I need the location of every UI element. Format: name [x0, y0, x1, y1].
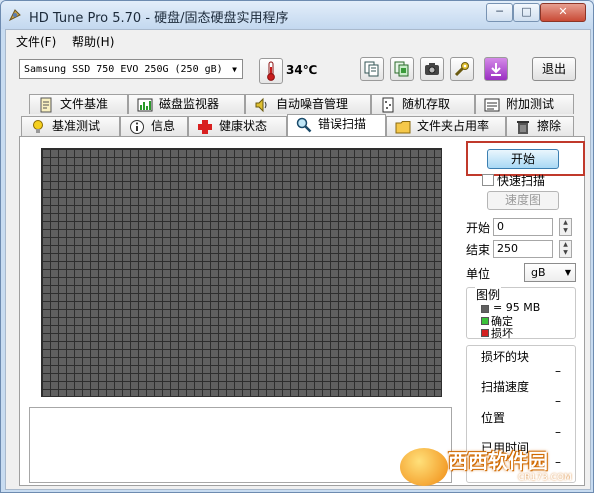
tab-random-access[interactable]: 随机存取	[371, 94, 475, 114]
unit-select[interactable]: gB ▼	[524, 263, 576, 282]
tab-disk-monitor[interactable]: 磁盘监视器	[128, 94, 245, 114]
save-button[interactable]	[484, 57, 508, 81]
chevron-down-icon: ▼	[564, 268, 571, 277]
copy-text-icon	[364, 61, 379, 77]
temperature-value: 34℃	[286, 63, 318, 77]
speed-graph-button[interactable]: 速度图	[487, 191, 559, 210]
end-field-label: 结束	[466, 243, 491, 257]
tab-label: 健康状态	[219, 119, 268, 133]
unit-select-value: gB	[531, 266, 546, 279]
settings-icon	[454, 62, 469, 77]
tab-label: 附加测试	[506, 97, 555, 111]
block-map	[41, 148, 442, 397]
tab-erase[interactable]: 擦除	[506, 116, 574, 136]
unit-label: 单位	[466, 267, 491, 281]
tab-label: 错误扫描	[318, 117, 367, 131]
damaged-blocks-label: 损坏的块	[481, 350, 530, 364]
exit-button[interactable]: 退出	[532, 57, 576, 81]
restore-button[interactable]: □	[513, 3, 540, 22]
menu-help[interactable]: 帮助(H)	[72, 33, 114, 50]
start-field-label: 开始	[466, 221, 491, 235]
legend-bad-label: 损坏	[491, 327, 513, 340]
tab-benchmark[interactable]: 基准测试	[21, 116, 120, 136]
disk-monitor-icon	[137, 98, 153, 112]
tab-label: 基准测试	[52, 119, 101, 133]
trash-icon	[517, 121, 529, 134]
tab-info[interactable]: 信息	[120, 116, 188, 136]
damaged-blocks-value: –	[555, 364, 561, 378]
close-button[interactable]: ✕	[540, 3, 586, 22]
tab-error-scan[interactable]: 错误扫描	[287, 114, 386, 136]
info-icon	[130, 120, 144, 134]
log-box[interactable]	[29, 407, 452, 483]
watermark-logo: 西西软件园 CR173.COM	[400, 440, 594, 493]
tab-label: 随机存取	[402, 97, 451, 111]
speaker-icon	[255, 97, 267, 113]
watermark-bubble-icon	[400, 448, 448, 486]
position-label: 位置	[481, 411, 506, 425]
legend-swatch-ok	[481, 317, 489, 325]
app-icon	[8, 9, 21, 22]
legend-swatch-bad	[481, 329, 489, 337]
file-benchmark-icon	[40, 97, 52, 113]
watermark-url: CR173.COM	[518, 473, 572, 483]
lightbulb-icon	[33, 120, 43, 133]
menu-bar: 文件(F) 帮助(H)	[6, 30, 590, 51]
error-scan-panel: 开始 快速扫描 速度图 开始 0 ▲ ▼ 结束 250 ▲ ▼ 单位 gB ▼ 图例…	[19, 136, 585, 486]
copy-screenshot-button[interactable]	[390, 57, 414, 81]
end-field[interactable]: 250	[493, 240, 553, 258]
app-window: HD Tune Pro 5.70 - 硬盘/固态硬盘实用程序 ─ □ ✕ 文件(…	[0, 0, 594, 493]
minimize-button[interactable]: ─	[486, 3, 513, 22]
extra-tests-icon	[484, 98, 500, 112]
tab-label: 自动噪音管理	[276, 97, 349, 111]
legend-group: 图例 = 95 MB 确定 损坏	[466, 286, 576, 340]
tab-label: 文件夹占用率	[417, 119, 490, 133]
tab-label: 擦除	[537, 119, 562, 133]
tab-file-benchmark[interactable]: 文件基准	[29, 94, 128, 114]
quick-scan-label: 快速扫描	[497, 174, 546, 188]
start-field[interactable]: 0	[493, 218, 553, 236]
position-value: –	[555, 425, 561, 439]
client-area: 文件(F) 帮助(H) Samsung SSD 750 EVO 250G (25…	[5, 29, 591, 490]
tab-extra-tests[interactable]: 附加测试	[475, 94, 574, 114]
options-button[interactable]	[450, 57, 474, 81]
chevron-down-icon: ▼	[232, 65, 237, 74]
random-access-icon	[382, 97, 394, 113]
camera-icon	[425, 63, 439, 75]
folder-icon	[395, 121, 411, 134]
window-title: HD Tune Pro 5.70 - 硬盘/固态硬盘实用程序	[29, 11, 289, 26]
legend-swatch-block	[481, 305, 489, 313]
magnifier-icon	[296, 117, 312, 133]
title-bar[interactable]: HD Tune Pro 5.70 - 硬盘/固态硬盘实用程序 ─ □ ✕	[1, 1, 593, 29]
save-icon	[491, 63, 501, 76]
watermark-text: 西西软件园	[448, 449, 548, 473]
red-cross-icon	[198, 120, 212, 134]
start-spinner[interactable]: ▲ ▼	[559, 218, 572, 236]
end-spinner[interactable]: ▲ ▼	[559, 240, 572, 258]
thermometer-icon	[259, 58, 283, 84]
drive-select-value: Samsung SSD 750 EVO 250G (250 gB)	[24, 64, 223, 75]
tab-health[interactable]: 健康状态	[188, 116, 287, 136]
drive-select[interactable]: Samsung SSD 750 EVO 250G (250 gB) ▼	[19, 59, 243, 79]
copy-text-button[interactable]	[360, 57, 384, 81]
quick-scan-checkbox[interactable]	[482, 174, 494, 186]
tab-label: 文件基准	[60, 97, 109, 111]
tab-label: 磁盘监视器	[159, 97, 220, 111]
copy-screenshot-icon	[394, 61, 409, 77]
tab-label: 信息	[151, 119, 176, 133]
screenshot-button[interactable]	[420, 57, 444, 81]
scan-speed-label: 扫描速度	[481, 380, 530, 394]
menu-file[interactable]: 文件(F)	[16, 33, 56, 50]
scan-speed-value: –	[555, 394, 561, 408]
highlight-box	[466, 141, 585, 176]
tab-aam[interactable]: 自动噪音管理	[245, 94, 371, 114]
tab-folder-usage[interactable]: 文件夹占用率	[386, 116, 506, 136]
